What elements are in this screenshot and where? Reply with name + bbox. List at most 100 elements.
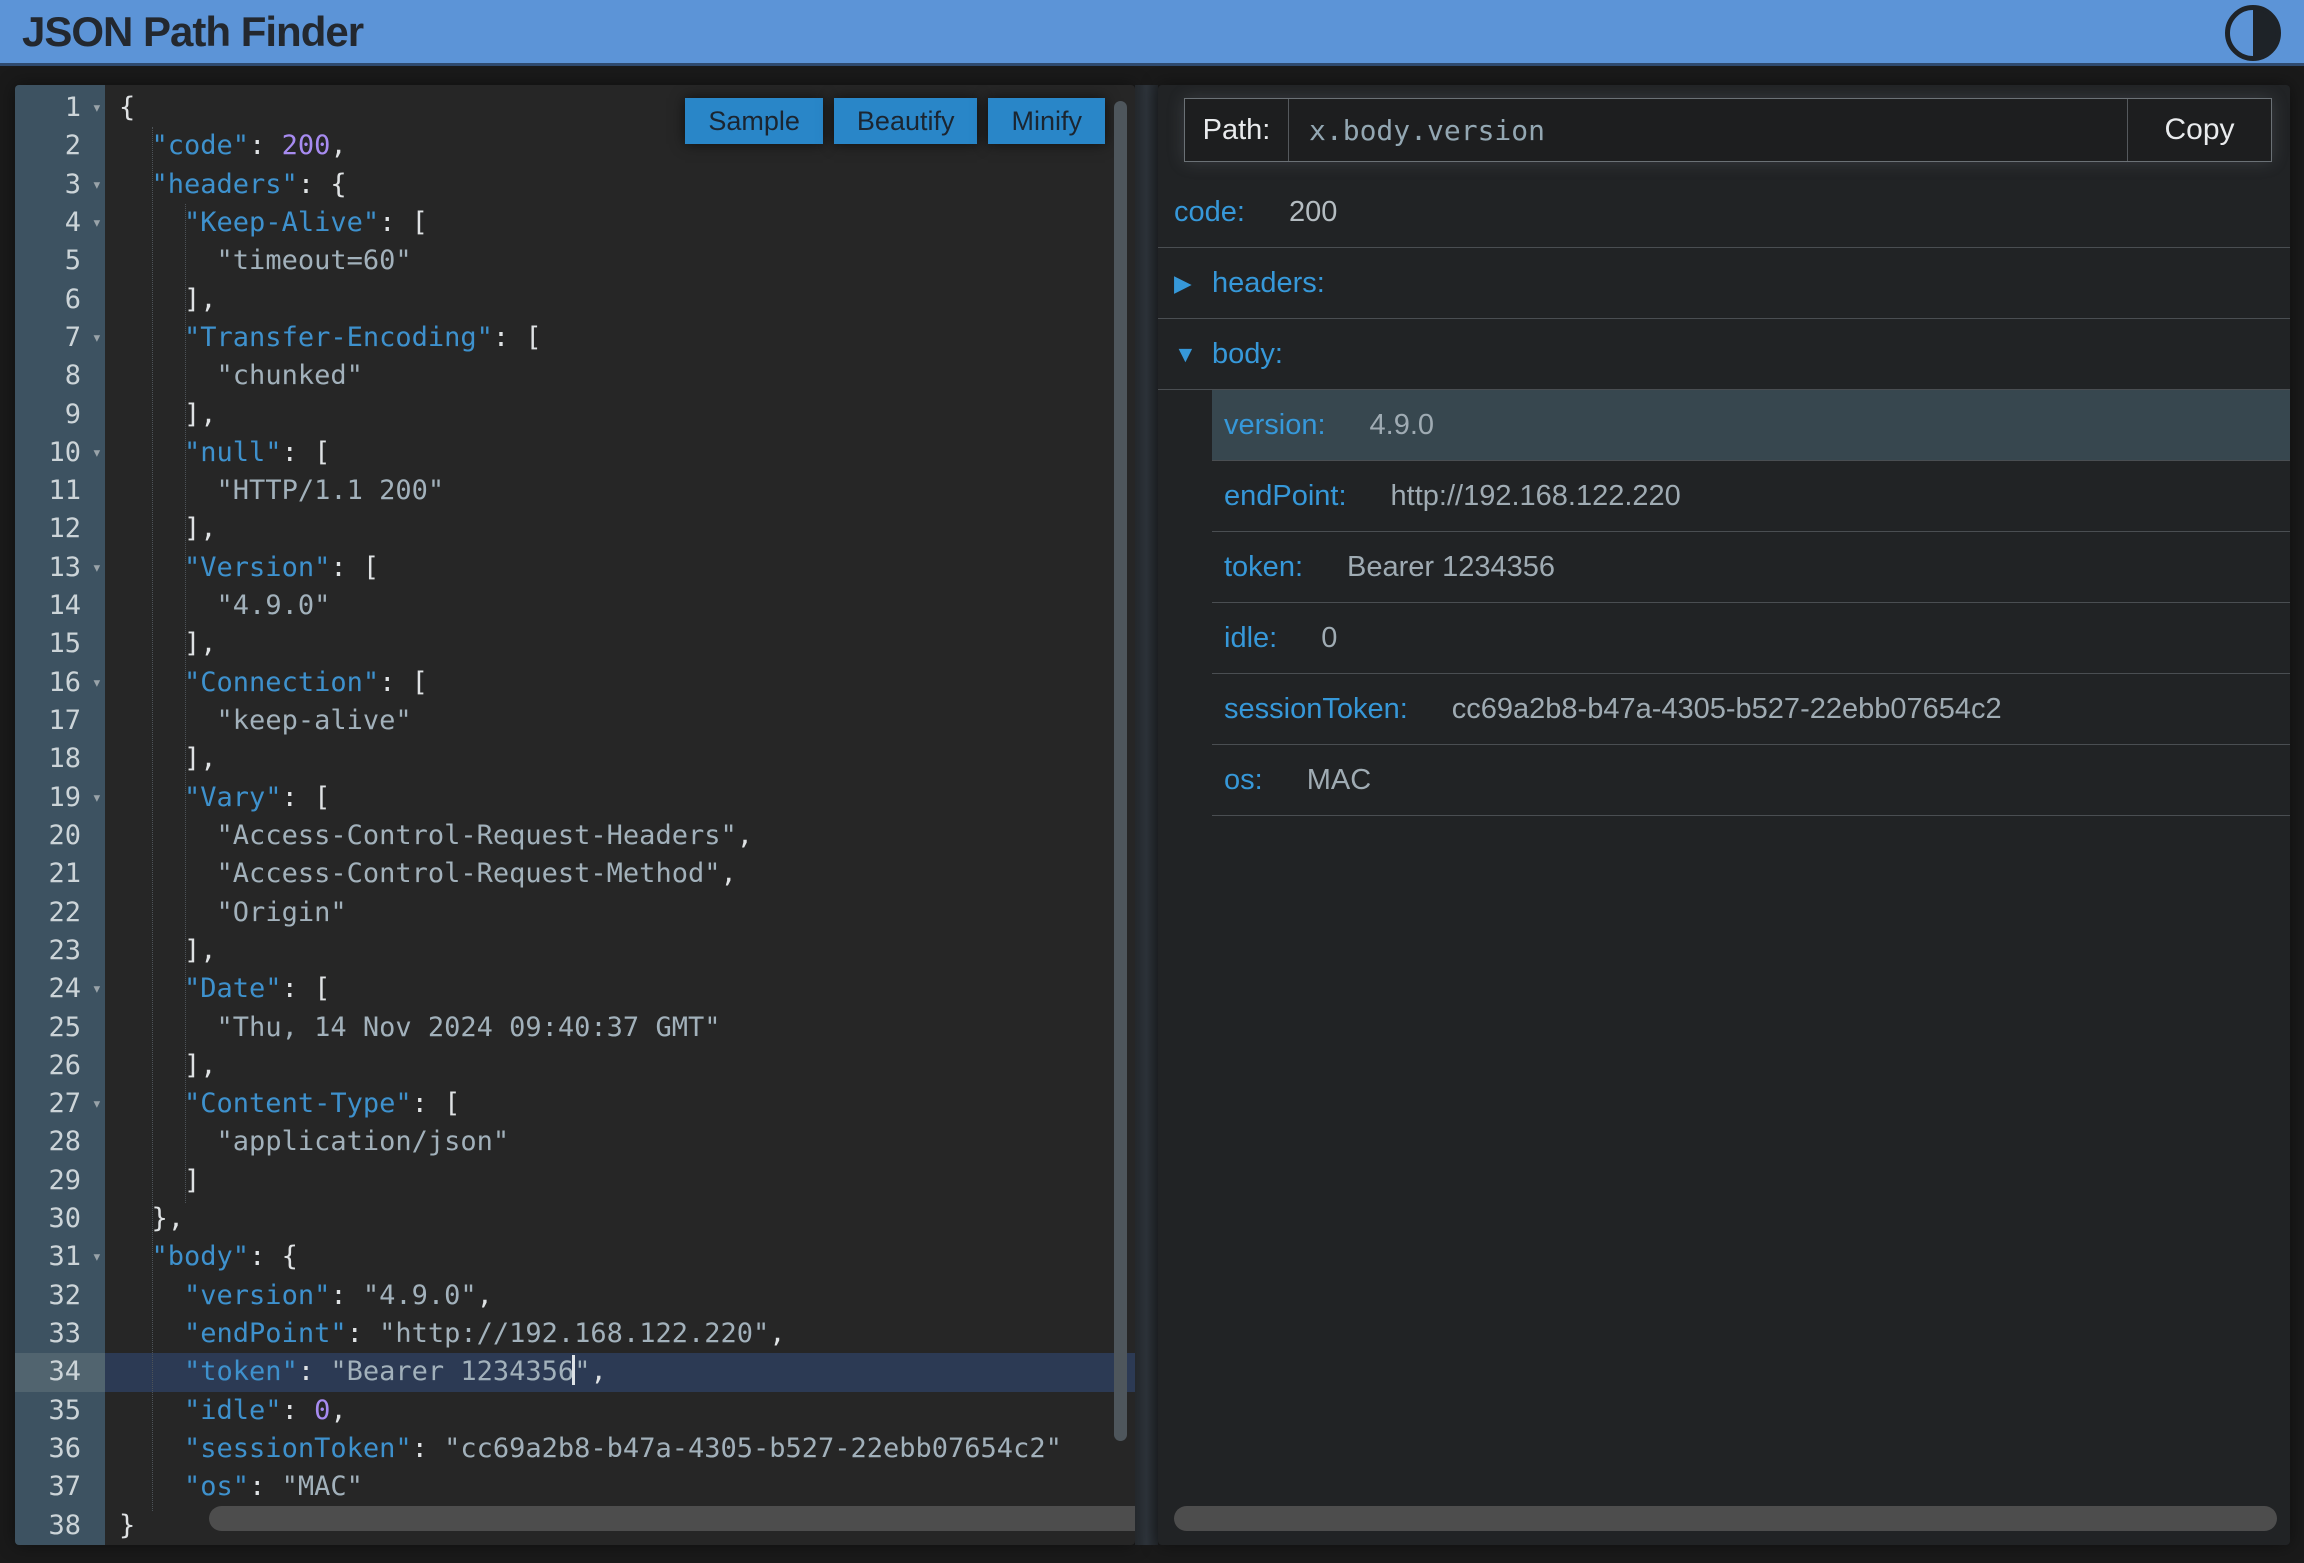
code-line[interactable]: }, xyxy=(105,1200,1135,1238)
line-number: 8 xyxy=(15,357,105,395)
tree-row-version[interactable]: version:4.9.0 xyxy=(1212,390,2290,460)
json-tree: code:200▶headers:▼body:version:4.9.0endP… xyxy=(1158,177,2290,816)
code-line[interactable]: "Keep-Alive": [ xyxy=(105,204,1135,242)
code-line[interactable]: "timeout=60" xyxy=(105,242,1135,280)
code-line[interactable]: "headers": { xyxy=(105,166,1135,204)
line-number: 35 xyxy=(15,1392,105,1430)
editor-horizontal-scrollbar[interactable] xyxy=(209,1506,1135,1531)
code-line[interactable]: "token": "Bearer 1234356", xyxy=(105,1353,1135,1391)
code-line[interactable]: "endPoint": "http://192.168.122.220", xyxy=(105,1315,1135,1353)
fold-caret-icon[interactable]: ▾ xyxy=(92,166,102,204)
minify-button[interactable]: Minify xyxy=(988,98,1105,144)
line-number: 2 xyxy=(15,127,105,165)
code-line[interactable]: "Origin" xyxy=(105,894,1135,932)
fold-caret-icon[interactable]: ▾ xyxy=(92,204,102,242)
theme-toggle-button[interactable] xyxy=(2225,4,2283,62)
line-number: 1▾ xyxy=(15,89,105,127)
code-line[interactable]: ], xyxy=(105,1047,1135,1085)
line-number: 4▾ xyxy=(15,204,105,242)
line-number: 20 xyxy=(15,817,105,855)
fold-caret-icon[interactable]: ▾ xyxy=(92,970,102,1008)
code-line[interactable]: "null": [ xyxy=(105,434,1135,472)
code-area[interactable]: { "code": 200, "headers": { "Keep-Alive"… xyxy=(105,85,1135,1545)
code-line[interactable]: "4.9.0" xyxy=(105,587,1135,625)
code-line[interactable]: ] xyxy=(105,1162,1135,1200)
line-number: 23 xyxy=(15,932,105,970)
editor-toolbar: SampleBeautifyMinify xyxy=(685,98,1105,144)
line-number: 15 xyxy=(15,625,105,663)
line-number: 5 xyxy=(15,242,105,280)
tree-value: http://192.168.122.220 xyxy=(1391,480,1681,513)
triangle-down-icon[interactable]: ▼ xyxy=(1174,341,1212,368)
code-line[interactable]: "Vary": [ xyxy=(105,779,1135,817)
tree-key: version: xyxy=(1224,409,1326,442)
tree-row-os[interactable]: os:MAC xyxy=(1212,745,2290,815)
code-line[interactable]: "Transfer-Encoding": [ xyxy=(105,319,1135,357)
code-line[interactable]: "Content-Type": [ xyxy=(105,1085,1135,1123)
code-line[interactable]: "Connection": [ xyxy=(105,664,1135,702)
app-header: JSON Path Finder xyxy=(0,0,2304,66)
code-line[interactable]: "version": "4.9.0", xyxy=(105,1277,1135,1315)
copy-button[interactable]: Copy xyxy=(2127,99,2271,161)
line-number: 9 xyxy=(15,396,105,434)
code-line[interactable]: ], xyxy=(105,510,1135,548)
line-number: 31▾ xyxy=(15,1238,105,1276)
tree-row-idle[interactable]: idle:0 xyxy=(1212,603,2290,673)
fold-caret-icon[interactable]: ▾ xyxy=(92,434,102,472)
sample-button[interactable]: Sample xyxy=(685,98,823,144)
code-line[interactable]: "Thu, 14 Nov 2024 09:40:37 GMT" xyxy=(105,1009,1135,1047)
line-number: 19▾ xyxy=(15,779,105,817)
panel-divider[interactable] xyxy=(1135,85,1158,1545)
code-line[interactable]: "application/json" xyxy=(105,1123,1135,1161)
tree-row-token[interactable]: token:Bearer 1234356 xyxy=(1212,532,2290,602)
tree-row-headers[interactable]: ▶headers: xyxy=(1158,248,2290,318)
beautify-button[interactable]: Beautify xyxy=(834,98,978,144)
code-line[interactable]: "keep-alive" xyxy=(105,702,1135,740)
fold-caret-icon[interactable]: ▾ xyxy=(92,1085,102,1123)
code-line[interactable]: "idle": 0, xyxy=(105,1392,1135,1430)
code-line[interactable]: "os": "MAC" xyxy=(105,1468,1135,1506)
fold-caret-icon[interactable]: ▾ xyxy=(92,549,102,587)
tree-key: sessionToken: xyxy=(1224,693,1408,726)
inspector-horizontal-scrollbar[interactable] xyxy=(1174,1506,2277,1531)
line-number: 10▾ xyxy=(15,434,105,472)
code-line[interactable]: "Access-Control-Request-Headers", xyxy=(105,817,1135,855)
tree-value: Bearer 1234356 xyxy=(1347,551,1555,584)
json-editor-panel[interactable]: 1▾23▾4▾567▾8910▾111213▾141516▾171819▾202… xyxy=(15,85,1135,1545)
editor-vertical-scrollbar[interactable] xyxy=(1114,101,1127,1441)
line-number: 32 xyxy=(15,1277,105,1315)
line-number: 27▾ xyxy=(15,1085,105,1123)
code-line[interactable]: "sessionToken": "cc69a2b8-b47a-4305-b527… xyxy=(105,1430,1135,1468)
line-number: 18 xyxy=(15,740,105,778)
code-line[interactable]: ], xyxy=(105,740,1135,778)
code-line[interactable]: ], xyxy=(105,625,1135,663)
line-number: 33 xyxy=(15,1315,105,1353)
line-number: 30 xyxy=(15,1200,105,1238)
code-line[interactable]: ], xyxy=(105,932,1135,970)
fold-caret-icon[interactable]: ▾ xyxy=(92,779,102,817)
code-line[interactable]: "Access-Control-Request-Method", xyxy=(105,855,1135,893)
tree-row-sessionToken[interactable]: sessionToken:cc69a2b8-b47a-4305-b527-22e… xyxy=(1212,674,2290,744)
code-line[interactable]: "body": { xyxy=(105,1238,1135,1276)
path-input[interactable] xyxy=(1289,99,2127,161)
code-line[interactable]: "Version": [ xyxy=(105,549,1135,587)
code-line[interactable]: ], xyxy=(105,396,1135,434)
line-number: 37 xyxy=(15,1468,105,1506)
fold-caret-icon[interactable]: ▾ xyxy=(92,664,102,702)
tree-row-endPoint[interactable]: endPoint:http://192.168.122.220 xyxy=(1212,461,2290,531)
code-line[interactable]: ], xyxy=(105,281,1135,319)
indent-guide xyxy=(152,127,153,1511)
line-number: 28 xyxy=(15,1123,105,1161)
code-line[interactable]: "HTTP/1.1 200" xyxy=(105,472,1135,510)
code-line[interactable]: "Date": [ xyxy=(105,970,1135,1008)
code-line[interactable]: "chunked" xyxy=(105,357,1135,395)
fold-caret-icon[interactable]: ▾ xyxy=(92,1238,102,1276)
fold-caret-icon[interactable]: ▾ xyxy=(92,89,102,127)
tree-row-code[interactable]: code:200 xyxy=(1158,177,2290,247)
tree-row-body[interactable]: ▼body: xyxy=(1158,319,2290,389)
line-number: 11 xyxy=(15,472,105,510)
line-number: 14 xyxy=(15,587,105,625)
triangle-right-icon[interactable]: ▶ xyxy=(1174,270,1212,297)
fold-caret-icon[interactable]: ▾ xyxy=(92,319,102,357)
tree-key: code: xyxy=(1174,196,1245,229)
